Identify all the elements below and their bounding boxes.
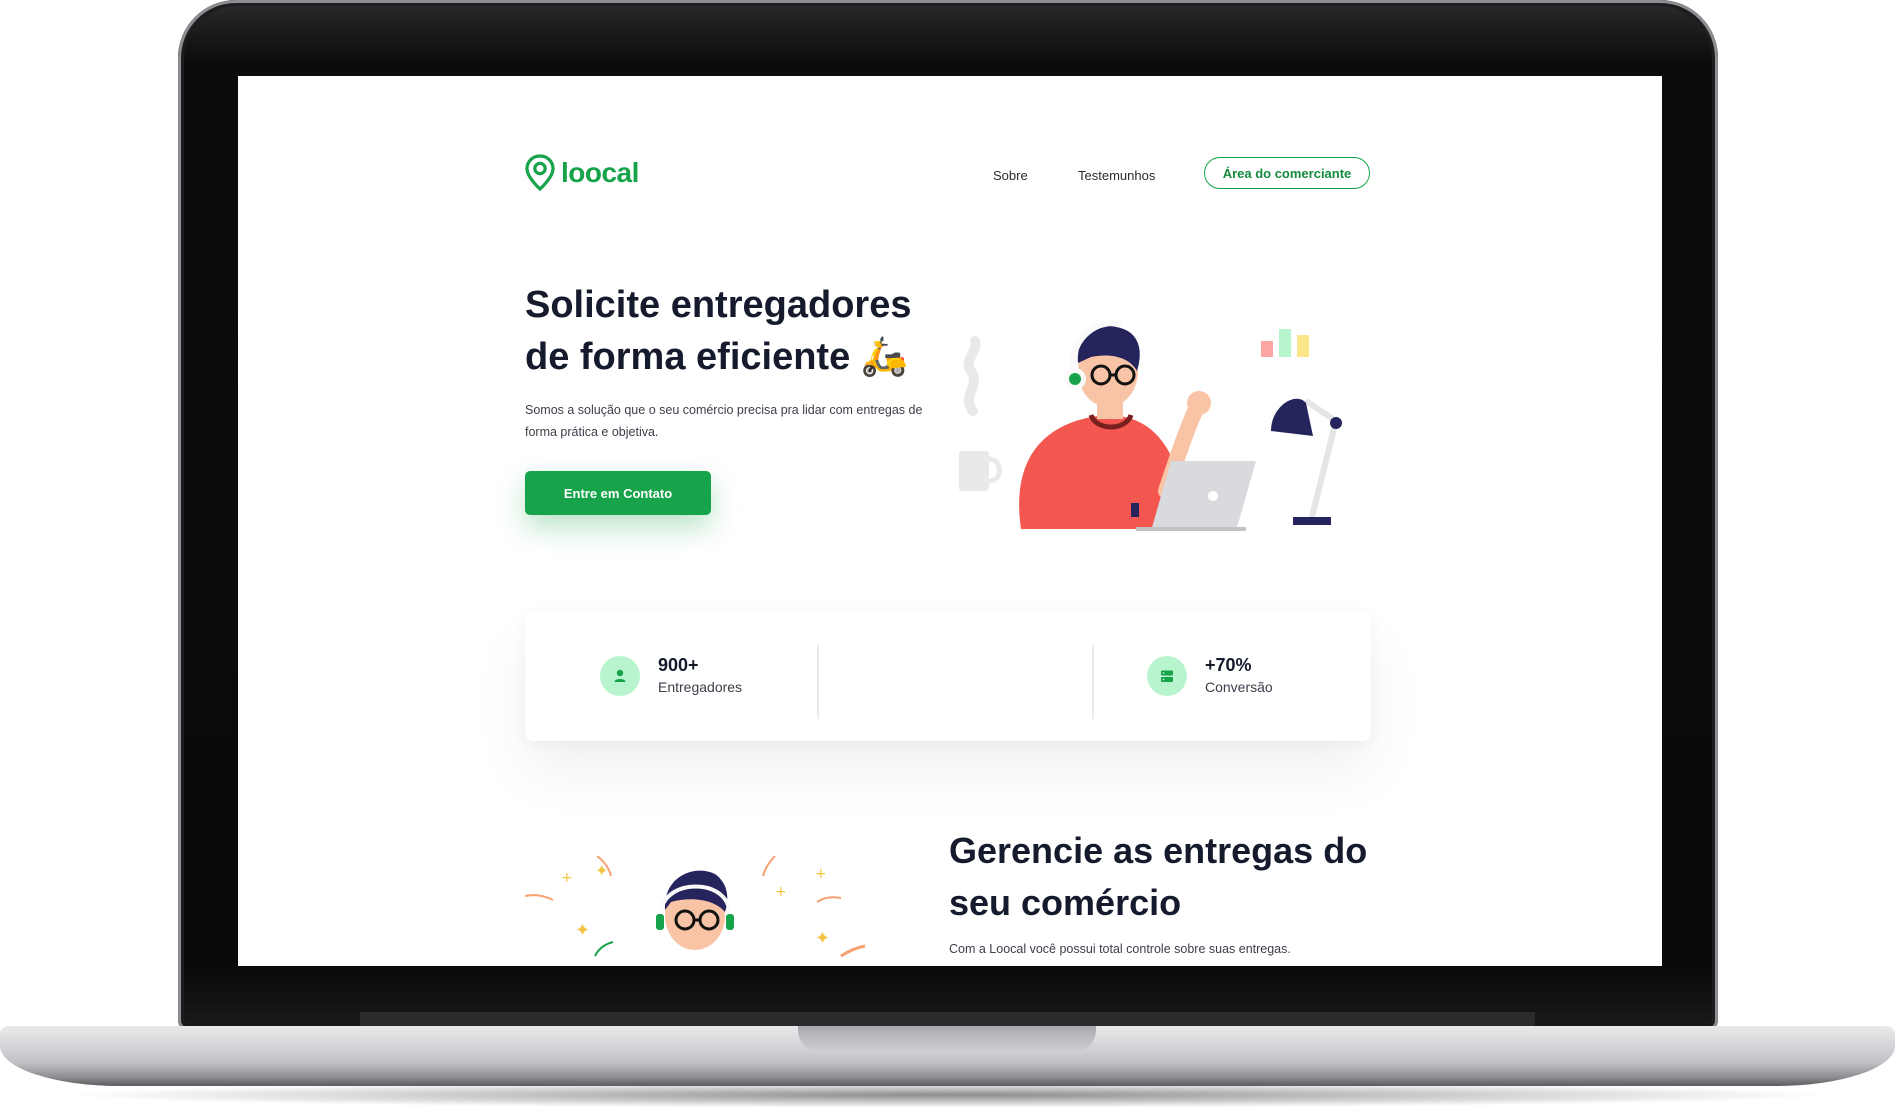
stat-value: 900+ [658,655,699,675]
brand-logo[interactable]: loocal [525,154,639,192]
svg-text:✦: ✦ [575,920,590,941]
hero-subtitle: Somos a solução que o seu comércio preci… [525,403,923,439]
svg-text:✦: ✦ [595,861,608,880]
laptop-notch [798,1026,1096,1052]
svg-text:+: + [561,870,573,886]
stat-conversao: +70% Conversão [1147,611,1273,741]
section2-subtitle: Com a Loocal você possui total controle … [949,942,1291,956]
stat-value: +70% [1205,655,1252,675]
contact-button[interactable]: Entre em Contato [525,471,711,515]
hero-title-line2: de forma eficiente [525,336,851,378]
location-pin-icon [525,154,555,192]
server-icon [1147,656,1187,696]
stat-label: Conversão [1205,679,1273,695]
laptop-screen: loocal Sobre Testemunhos Área do comerci… [238,76,1662,966]
hero-title-line1: Solicite entregadores [525,284,912,326]
section2-illustration: + ✦ ✦ + + ✦ [525,856,866,958]
stat-divider [1092,645,1094,719]
hero-title: Solicite entregadores de forma eficiente… [525,279,965,383]
nav-link-testemunhos[interactable]: Testemunhos [1078,168,1155,183]
hero-illustration [959,320,1342,531]
svg-text:✦: ✦ [815,928,830,949]
section2-title: Gerencie as entregas do seu comércio [949,830,1368,923]
svg-text:+: + [815,866,827,882]
nav-link-sobre[interactable]: Sobre [993,168,1028,183]
brand-name: loocal [561,157,639,188]
stat-entregadores: 900+ Entregadores [600,611,742,741]
stat-divider [817,645,819,719]
merchant-area-button[interactable]: Área do comerciante [1204,157,1370,189]
stats-card: 900+ Entregadores +70% Conversão [525,611,1371,741]
svg-text:+: + [775,884,787,900]
user-icon [600,656,640,696]
scooter-emoji: 🛵 [860,336,909,378]
stat-label: Entregadores [658,679,743,695]
